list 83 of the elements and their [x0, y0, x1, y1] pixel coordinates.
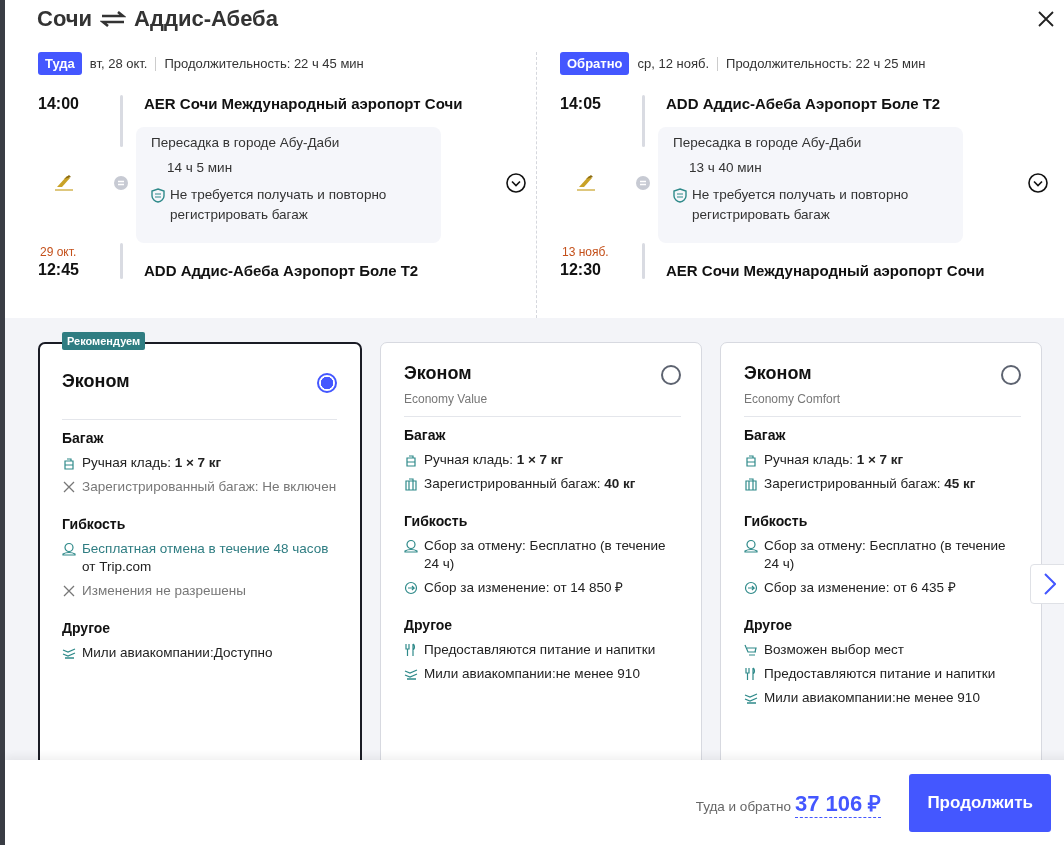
fare-subtitle: Economy Comfort: [744, 392, 841, 406]
section-title: Другое: [404, 617, 454, 633]
layover-dot-icon: [636, 176, 650, 190]
fare-name: Эконом: [62, 371, 130, 392]
exchange-arrows-icon: [100, 11, 127, 27]
feature-text: Предоставляются питание и напитки: [424, 641, 656, 659]
feature-text: Предоставляются питание и напитки: [764, 665, 996, 683]
direction-badge: Обратно: [560, 52, 630, 75]
suitcase-icon: [744, 475, 758, 491]
feature-text: Бесплатная отмена в течение 48 часов от Trip.com: [82, 540, 329, 576]
feature-text: Ручная кладь: 1 × 7 кг: [82, 454, 222, 472]
section-title: Другое: [62, 620, 112, 636]
flight-duration: Продолжительность: 22 ч 25 мин: [726, 56, 926, 71]
flight-date: ср, 12 нояб.: [637, 56, 710, 71]
departure-airport: AER Сочи Международный аэропорт Сочи: [143, 94, 464, 114]
flight-date: вт, 28 окт.: [89, 56, 148, 71]
layover-duration: 13 ч 40 мин: [688, 160, 763, 175]
layover-duration: 14 ч 5 мин: [166, 160, 234, 175]
layover-city: Пересадка в городе Абу-Даби: [673, 135, 863, 150]
feature-text: Изменения не разрешены: [82, 582, 246, 600]
section-title: Багаж: [62, 430, 105, 446]
section-title: Гибкость: [404, 513, 469, 529]
layover-city: Пересадка в городе Абу-Даби: [151, 135, 341, 150]
departure-time: 14:00: [38, 94, 80, 114]
arrival-date: 29 окт.: [39, 245, 78, 259]
origin-city: Сочи: [37, 6, 93, 32]
recommended-badge: Рекомендуем: [62, 332, 146, 350]
exchange-circle-icon: [744, 579, 758, 595]
continue-button[interactable]: Продолжить: [909, 773, 1051, 832]
feature-text: Зарегистрированный багаж: Не включен: [82, 478, 337, 496]
feature-text: Сбор за изменение: от 14 850 ₽: [424, 579, 624, 597]
direction-badge: Туда: [38, 52, 82, 75]
feature-text: Сбор за отмену: Бесплатно (в течение 24 ч): [764, 537, 1007, 573]
section-title: Другое: [744, 617, 794, 633]
radio-button[interactable]: [661, 365, 681, 385]
cutlery-icon: [404, 641, 418, 657]
feature-text: Сбор за отмену: Бесплатно (в течение 24 ч): [424, 537, 667, 573]
cutlery-icon: [744, 665, 758, 681]
feature-text: Зарегистрированный багаж: 40 кг: [424, 475, 636, 493]
arrival-airport: ADD Аддис-Абеба Аэропорт Боле T2: [143, 262, 420, 281]
price-label: Туда и обратно: [695, 798, 791, 814]
arrival-airport: AER Сочи Международный аэропорт Сочи: [665, 262, 986, 281]
fare-name: Эконом: [404, 363, 473, 384]
feature-text: Мили авиакомпании:не менее 910: [424, 665, 640, 683]
airline-logo-icon: [575, 173, 597, 193]
feature-text: Ручная кладь: 1 × 7 кг: [424, 451, 564, 469]
flight-duration: Продолжительность: 22 ч 45 мин: [164, 56, 364, 71]
expand-chevron-icon[interactable]: [1028, 173, 1048, 193]
feature-text: Сбор за изменение: от 6 435 ₽: [764, 579, 956, 597]
airline-logo-icon: [53, 173, 75, 193]
expand-chevron-icon[interactable]: [506, 173, 526, 193]
radio-button[interactable]: [1001, 365, 1021, 385]
suitcase-icon: [404, 475, 418, 491]
arrival-time: 12:30: [560, 261, 602, 279]
section-title: Багаж: [744, 427, 787, 443]
feature-text: Мили авиакомпании:не менее 910: [764, 689, 980, 707]
departure-airport: ADD Аддис-Абеба Аэропорт Боле T2: [665, 94, 942, 114]
feature-text: Возможен выбор мест: [764, 641, 905, 659]
shield-icon: [151, 185, 165, 203]
section-title: Гибкость: [62, 516, 127, 532]
baggage-note: Не требуется получать и повторно регистрировать багаж: [692, 186, 910, 224]
close-icon[interactable]: [1036, 9, 1056, 29]
radio-button[interactable]: [317, 373, 337, 393]
feature-text: Зарегистрированный багаж: 45 кг: [764, 475, 976, 493]
section-title: Гибкость: [744, 513, 809, 529]
layover-dot-icon: [114, 176, 128, 190]
next-button[interactable]: [1030, 564, 1064, 604]
arrival-date: 13 нояб.: [561, 245, 610, 259]
fare-card[interactable]: [720, 342, 1042, 760]
fare-subtitle: Economy Value: [404, 392, 488, 406]
departure-time: 14:05: [560, 94, 602, 114]
arrival-time: 12:45: [38, 261, 80, 279]
feature-text: Мили авиакомпании:Доступно: [82, 644, 273, 662]
exchange-circle-icon: [404, 579, 418, 595]
section-title: Багаж: [404, 427, 447, 443]
baggage-note: Не требуется получать и повторно регистрировать багаж: [170, 186, 388, 224]
fare-card[interactable]: [380, 342, 702, 760]
fare-name: Эконом: [744, 363, 813, 384]
total-price[interactable]: 37 106 ₽: [795, 787, 882, 818]
shield-icon: [673, 185, 687, 203]
chevron-right-icon: [1044, 573, 1056, 595]
destination-city: Аддис-Абеба: [134, 6, 278, 32]
feature-text: Ручная кладь: 1 × 7 кг: [764, 451, 904, 469]
